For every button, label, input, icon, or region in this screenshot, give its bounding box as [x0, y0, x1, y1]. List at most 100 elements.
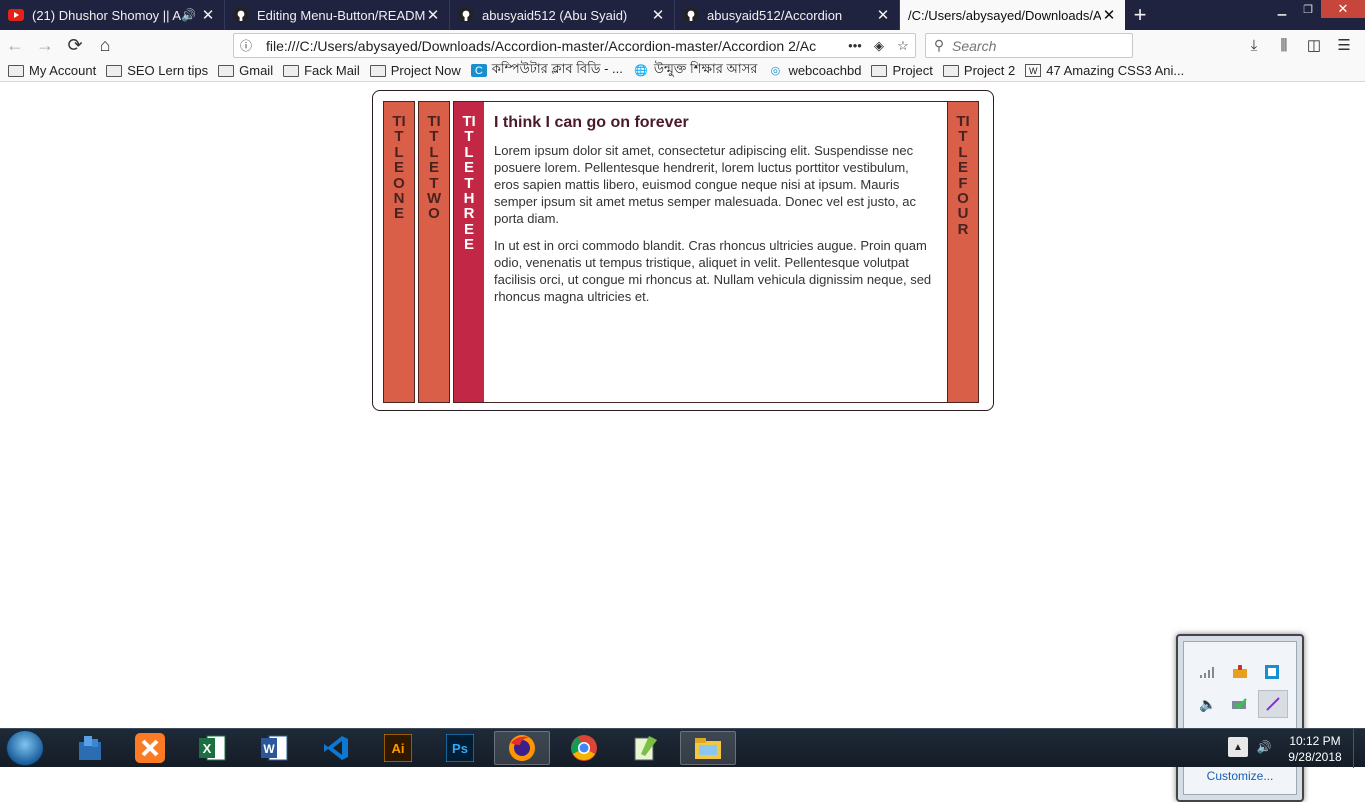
show-hidden-icons-icon[interactable]: ▲: [1228, 737, 1248, 757]
photoshop-letters: Ps: [452, 741, 468, 756]
show-desktop-button[interactable]: [1353, 729, 1365, 768]
page-content: TITLE ONE TITLE TWO TITLE THREE I think …: [0, 83, 1365, 802]
firefox-icon[interactable]: [494, 731, 550, 765]
forward-icon[interactable]: →: [30, 30, 60, 60]
library-icon[interactable]: ⫼: [1269, 37, 1299, 54]
pen-tool-icon[interactable]: [1258, 690, 1288, 718]
folder-icon: [369, 64, 386, 77]
excel-icon[interactable]: X: [184, 731, 240, 765]
close-tab-icon[interactable]: ✕: [1101, 6, 1117, 24]
minimize-icon[interactable]: ▁: [1269, 0, 1295, 18]
vscode-icon[interactable]: [308, 731, 364, 765]
accordion-tab-label: TITLE ONE: [392, 113, 406, 223]
new-tab-button[interactable]: +: [1125, 0, 1155, 30]
bookmark-my-account[interactable]: My Account: [8, 63, 96, 78]
photoshop-icon[interactable]: Ps: [432, 731, 488, 765]
site-icon: ◎: [770, 65, 781, 77]
panel-heading: I think I can go on forever: [494, 114, 689, 131]
pocket-icon[interactable]: ◈: [867, 38, 891, 54]
window-close-icon[interactable]: ✕: [1321, 0, 1365, 18]
bookmark-unmukto[interactable]: 🌐 উন্মুক্ত শিক্ষার আসর: [633, 60, 758, 81]
clock[interactable]: 10:12 PM 9/28/2018: [1280, 733, 1350, 765]
word-icon[interactable]: W: [246, 731, 302, 765]
tab-editing-readme[interactable]: Editing Menu-Button/README ✕: [225, 0, 450, 30]
github-icon: [233, 7, 249, 23]
page-actions-icon[interactable]: •••: [843, 38, 867, 53]
tab-title: /C:/Users/abysayed/Downloads/Ac: [908, 7, 1101, 23]
chrome-icon[interactable]: [556, 731, 612, 765]
search-input[interactable]: [952, 37, 1122, 54]
home-icon[interactable]: ⌂: [90, 30, 120, 60]
start-button[interactable]: [6, 730, 44, 766]
search-bar[interactable]: ⚲: [925, 33, 1133, 58]
update-icon[interactable]: [1228, 660, 1252, 684]
xampp-icon[interactable]: [122, 731, 178, 765]
customize-link[interactable]: Customize...: [1207, 769, 1274, 783]
folder-icon: [218, 64, 235, 77]
close-tab-icon[interactable]: ✕: [650, 6, 666, 24]
close-tab-icon[interactable]: ✕: [875, 6, 891, 24]
tab-accordion-repo[interactable]: abusyaid512/Accordion ✕: [675, 0, 900, 30]
downloads-icon[interactable]: ⤓: [1239, 37, 1269, 54]
file-explorer-icon[interactable]: [680, 731, 736, 765]
accordion: TITLE ONE TITLE TWO TITLE THREE I think …: [372, 90, 994, 411]
volume-icon[interactable]: 🔊: [1254, 737, 1274, 757]
url-bar[interactable]: ⓘ file:///C:/Users/abysayed/Downloads/Ac…: [233, 33, 916, 58]
github-icon: [458, 7, 474, 23]
menu-icon[interactable]: ☰: [1329, 36, 1359, 54]
app-tray-icon[interactable]: [1260, 660, 1284, 684]
bookmark-fack-mail[interactable]: Fack Mail: [283, 63, 360, 78]
bookmark-project-2[interactable]: Project 2: [942, 63, 1016, 78]
panel-paragraph: Lorem ipsum dolor sit amet, consectetur …: [494, 143, 916, 226]
globe-icon: 🌐: [633, 65, 648, 77]
accordion-tab-title-two[interactable]: TITLE TWO: [418, 101, 450, 403]
bookmark-gmail[interactable]: Gmail: [218, 63, 273, 78]
illustrator-icon[interactable]: Ai: [370, 731, 426, 765]
bookmark-css3-ani[interactable]: W 47 Amazing CSS3 Ani...: [1025, 63, 1184, 78]
tray-icons-panel: 🔈 Customize...: [1183, 641, 1297, 795]
back-icon[interactable]: ←: [0, 30, 30, 60]
explorer-icon[interactable]: [62, 731, 118, 765]
clock-time: 10:12 PM: [1289, 734, 1341, 748]
accordion-tab-title-four[interactable]: TITLE FOUR: [947, 101, 979, 403]
folder-icon: [283, 64, 300, 77]
accordion-tab-title-one[interactable]: TITLE ONE: [383, 101, 415, 403]
accordion-tab-title-three[interactable]: TITLE THREE: [453, 101, 485, 403]
bookmark-webcoachbd[interactable]: ◎ webcoachbd: [767, 63, 862, 78]
accordion-panel: I think I can go on forever Lorem ipsum …: [484, 101, 948, 403]
youtube-icon: [8, 7, 24, 23]
github-icon: [683, 7, 699, 23]
folder-icon: [106, 64, 123, 77]
tab-local-file[interactable]: /C:/Users/abysayed/Downloads/Ac ✕: [900, 0, 1125, 30]
restore-icon[interactable]: ❐: [1295, 0, 1321, 18]
url-text[interactable]: file:///C:/Users/abysayed/Downloads/Acco…: [258, 38, 843, 54]
bookmark-label: Project 2: [963, 63, 1016, 78]
volume-icon[interactable]: 🔈: [1196, 692, 1220, 716]
doc-icon: W: [1025, 64, 1042, 77]
bookmark-computer-club[interactable]: C কম্পিউটার ক্লাব বিডি - ...: [470, 60, 623, 81]
tab-title: abusyaid512/Accordion: [707, 7, 843, 23]
tab-youtube[interactable]: (21) Dhushor Shomoy || Arto 🔊 ✕: [0, 0, 225, 30]
security-check-icon[interactable]: [1228, 692, 1252, 716]
bookmark-seo[interactable]: SEO Lern tips: [106, 63, 208, 78]
close-tab-icon[interactable]: ✕: [200, 6, 216, 24]
navigation-toolbar: ← → ⟳ ⌂ ⓘ file:///C:/Users/abysayed/Down…: [0, 30, 1365, 60]
sidebar-icon[interactable]: ◫: [1299, 36, 1329, 54]
search-icon: ⚲: [933, 37, 945, 53]
bookmark-label: Project: [892, 63, 933, 78]
notification-area: ▲ 🔊: [1228, 737, 1280, 757]
bookmark-project-now[interactable]: Project Now: [369, 63, 461, 78]
speaker-icon[interactable]: 🔊: [181, 8, 196, 22]
accordion-tab-label: TITLE THREE: [462, 113, 476, 254]
bookmark-project[interactable]: Project: [871, 63, 933, 78]
info-icon[interactable]: ⓘ: [234, 37, 258, 54]
reload-icon[interactable]: ⟳: [60, 30, 90, 60]
notepadpp-icon[interactable]: [618, 731, 674, 765]
network-signal-icon[interactable]: [1196, 660, 1220, 684]
bookmark-star-icon[interactable]: ☆: [891, 38, 915, 54]
close-tab-icon[interactable]: ✕: [425, 6, 441, 24]
tab-profile[interactable]: abusyaid512 (Abu Syaid) ✕: [450, 0, 675, 30]
folder-icon: [871, 64, 888, 77]
bookmark-label: উন্মুক্ত শিক্ষার আসর: [653, 61, 758, 76]
tray-overflow-popup: 🔈 Customize...: [1176, 634, 1304, 802]
